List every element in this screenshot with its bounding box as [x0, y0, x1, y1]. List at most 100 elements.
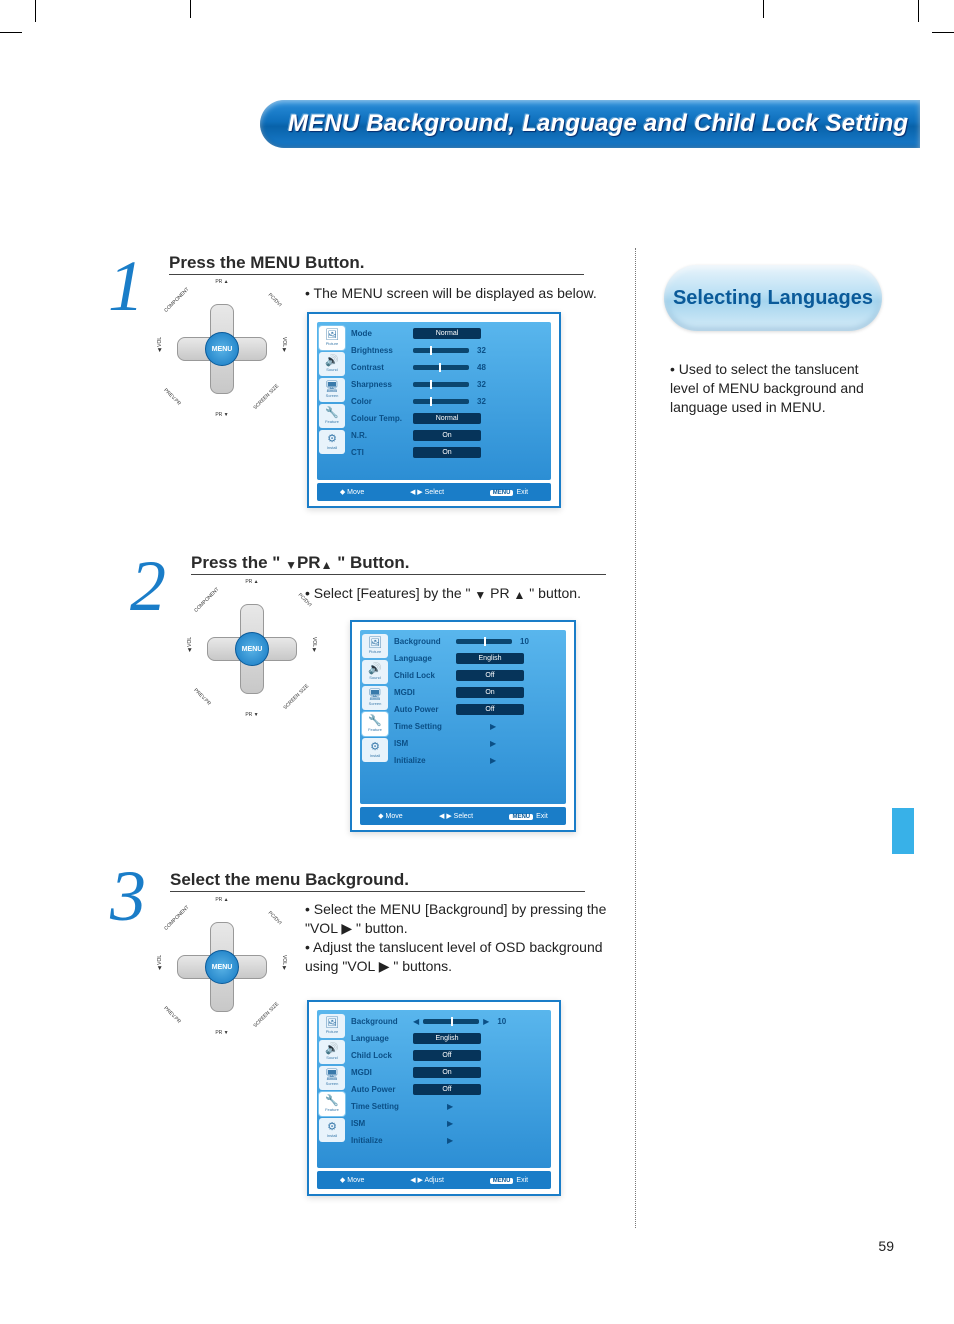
- osd-sidebar-sound: 🔊Sound: [362, 660, 388, 684]
- osd-slider: [413, 348, 469, 353]
- footer-exit: MENUExit: [490, 1177, 528, 1184]
- submenu-arrow-icon: ▶: [490, 722, 496, 731]
- osd-row-label: Auto Power: [394, 705, 456, 714]
- osd-row-label: Auto Power: [351, 1085, 413, 1094]
- osd-menu-features-adjust: 🖼Picture🔊Sound🖥Screen🔧Feature⚙Install Ba…: [307, 1000, 561, 1196]
- osd-row-label: Time Setting: [394, 722, 456, 731]
- step-1-number: 1: [108, 250, 144, 322]
- osd-sidebar-picture: 🖼Picture: [362, 634, 388, 658]
- osd-row-value: On: [413, 1067, 481, 1078]
- remote-menu-button: MENU: [205, 950, 239, 984]
- left-arrow-icon: ◀: [413, 1017, 419, 1026]
- osd-row-label: Background: [351, 1017, 413, 1026]
- osd-sidebar-feature: 🔧Feature: [362, 712, 388, 736]
- remote-dpad-illustration: PR ▲ PR ▼ COMPONENT PC/DVI PREV.PR SCREE…: [195, 584, 309, 714]
- osd-row-value: English: [456, 653, 524, 664]
- osd-row-value: 32: [477, 346, 486, 355]
- osd-sidebar: 🖼Picture🔊Sound🖥Screen🔧Feature⚙Install: [317, 1010, 347, 1168]
- osd-row-label: CTI: [351, 448, 413, 457]
- osd-row-label: ISM: [351, 1119, 413, 1128]
- osd-row-auto-power: Auto PowerOff: [351, 1082, 545, 1097]
- osd-row-initialize: Initialize▶: [351, 1133, 545, 1148]
- remote-dpad-illustration: PR ▲ PR ▼ COMPONENT PC/DVI PREV.PR SCREE…: [165, 902, 279, 1032]
- osd-sidebar-install: ⚙Install: [319, 1118, 345, 1142]
- remote-menu-button: MENU: [205, 332, 239, 366]
- osd-row-value: English: [413, 1033, 481, 1044]
- remote-menu-button: MENU: [235, 632, 269, 666]
- osd-footer: ◆ Move ◀ ▶ Adjust MENUExit: [317, 1171, 551, 1189]
- remote-dpad-illustration: PR ▲ PR ▼ COMPONENT PC/DVI PREV.PR SCREE…: [165, 284, 279, 414]
- osd-row-cti: CTIOn: [351, 445, 545, 460]
- osd-slider: [456, 639, 512, 644]
- osd-row-value: Off: [413, 1050, 481, 1061]
- osd-sidebar-screen: 🖥Screen: [362, 686, 388, 710]
- osd-row-ism: ISM▶: [394, 736, 560, 751]
- osd-row-initialize: Initialize ▶: [394, 753, 560, 768]
- osd-slider: [413, 365, 469, 370]
- step-2-bullet: • Select [Features] by the " ▼ PR ▲ " bu…: [305, 584, 625, 603]
- osd-row-colour-temp-: Colour Temp.Normal: [351, 411, 545, 426]
- osd-row-mode: ModeNormal: [351, 326, 545, 341]
- osd-sidebar-feature: 🔧Feature: [319, 1092, 345, 1116]
- osd-row-time-setting: Time Setting ▶: [351, 1099, 545, 1114]
- footer-exit: MENUExit: [490, 489, 528, 496]
- osd-menu-features: 🖼Picture🔊Sound🖥Screen🔧Feature⚙Install Ba…: [350, 620, 576, 832]
- osd-row-label: Language: [351, 1034, 413, 1043]
- osd-row-child-lock: Child LockOff: [394, 668, 560, 683]
- rule: [191, 574, 606, 575]
- step-1-bullet: • The MENU screen will be displayed as b…: [305, 284, 615, 303]
- page-title-bar: MENU Background, Language and Child Lock…: [260, 100, 920, 148]
- page-section-tab: [892, 808, 914, 854]
- osd-row-language: LanguageEnglish: [394, 651, 560, 666]
- footer-move: ◆ Move: [340, 488, 364, 496]
- osd-row-label: ISM: [394, 739, 456, 748]
- osd-row-value: On: [413, 430, 481, 441]
- osd-sidebar-sound: 🔊Sound: [319, 1040, 345, 1064]
- osd-row-label: Time Setting: [351, 1102, 413, 1111]
- osd-row-label: Child Lock: [394, 671, 456, 680]
- osd-row-label: Background: [394, 637, 456, 646]
- osd-sidebar-feature: 🔧Feature: [319, 404, 345, 428]
- osd-row-label: N.R.: [351, 431, 413, 440]
- osd-sidebar-install: ⚙Install: [319, 430, 345, 454]
- submenu-arrow-icon: ▶: [490, 756, 496, 765]
- step-2-heading: Press the " ▼PR▲ " Button.: [191, 553, 409, 573]
- osd-row-label: Initialize: [351, 1136, 413, 1145]
- footer-select: ◀ ▶ Select: [410, 488, 444, 496]
- footer-move: ◆ Move: [340, 1176, 364, 1184]
- osd-sidebar-install: ⚙Install: [362, 738, 388, 762]
- osd-row-label: MGDI: [394, 688, 456, 697]
- osd-row-label: Initialize: [394, 756, 456, 765]
- step-2-number: 2: [130, 550, 166, 622]
- footer-adjust: ◀ ▶ Adjust: [410, 1176, 444, 1184]
- osd-row-value: On: [456, 687, 524, 698]
- osd-slider: [413, 399, 469, 404]
- submenu-arrow-icon: ▶: [447, 1102, 453, 1111]
- osd-row-child-lock: Child LockOff: [351, 1048, 545, 1063]
- step-1-heading: Press the MENU Button.: [169, 253, 365, 273]
- footer-exit: MENUExit: [509, 813, 547, 820]
- page-title: MENU Background, Language and Child Lock…: [288, 110, 908, 138]
- step-3-heading: Select the menu Background.: [170, 870, 409, 890]
- osd-row-language: LanguageEnglish: [351, 1031, 545, 1046]
- osd-row-value: Off: [456, 670, 524, 681]
- footer-move: ◆ Move: [378, 812, 402, 820]
- osd-row-time-setting: Time Setting ▶: [394, 719, 560, 734]
- osd-sidebar: 🖼Picture🔊Sound🖥Screen🔧Feature⚙Install: [317, 322, 347, 480]
- osd-row-sharpness: Sharpness32: [351, 377, 545, 392]
- side-description: • Used to select the tanslucent level of…: [670, 360, 890, 417]
- osd-sidebar-picture: 🖼Picture: [319, 1014, 345, 1038]
- osd-row-n-r-: N.R.On: [351, 428, 545, 443]
- osd-row-label: Colour Temp.: [351, 414, 413, 423]
- osd-slider: [423, 1019, 479, 1024]
- osd-row-label: Child Lock: [351, 1051, 413, 1060]
- osd-row-value: Off: [456, 704, 524, 715]
- osd-row-value: Off: [413, 1084, 481, 1095]
- osd-row-label: MGDI: [351, 1068, 413, 1077]
- osd-row-contrast: Contrast48: [351, 360, 545, 375]
- osd-menu-picture: 🖼Picture🔊Sound🖥Screen🔧Feature⚙Install Mo…: [307, 312, 561, 508]
- osd-row-mgdi: MGDIOn: [394, 685, 560, 700]
- step-3-number: 3: [110, 860, 146, 932]
- osd-row-label: Mode: [351, 329, 413, 338]
- osd-row-value: Normal: [413, 413, 481, 424]
